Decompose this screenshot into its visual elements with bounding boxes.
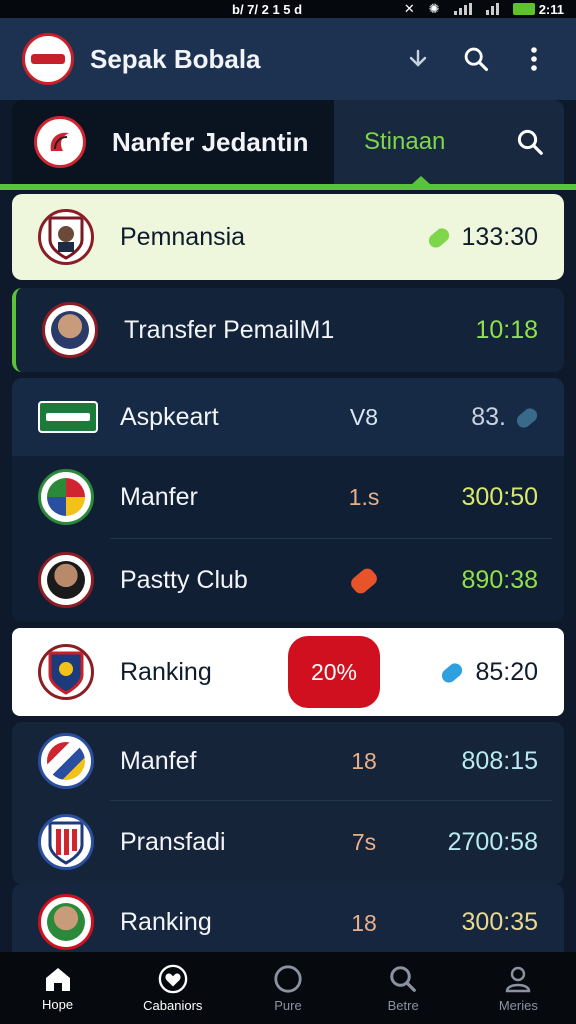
- bottom-navigation: Hope Cabaniors Pure Betre Meries: [0, 952, 576, 1024]
- nav-pure[interactable]: Pure: [233, 964, 343, 1013]
- list-item-meta: 7s: [351, 828, 377, 855]
- list-item-time: 133:30: [394, 223, 564, 252]
- player-avatar: [38, 552, 94, 608]
- nav-search[interactable]: Betre: [348, 964, 458, 1013]
- link-icon: [425, 225, 452, 251]
- link-icon: [439, 660, 466, 686]
- more-icon[interactable]: [514, 39, 554, 79]
- list-item-name: Ranking: [120, 908, 212, 936]
- app-bar: Sepak Bobala: [0, 18, 576, 100]
- tab-label: Stinaan: [364, 128, 446, 155]
- tag-icon: [348, 566, 380, 597]
- list-item-time: 83.: [414, 403, 564, 432]
- section-title: Nanfer Jedantin: [112, 126, 309, 157]
- list-item-name: Manfer: [120, 482, 198, 511]
- list-item-name: Pemnansia: [120, 222, 246, 251]
- nav-label: Meries: [498, 997, 538, 1013]
- list-item[interactable]: Pastty Club 890:38: [12, 539, 564, 621]
- status-left-text: b/ 7/ 2 1 5 d: [232, 1, 303, 17]
- club-logo-icon: [34, 116, 86, 168]
- app-title: Sepak Bobala: [90, 43, 261, 74]
- settings-status-icon: ✺: [428, 1, 440, 16]
- player-avatar: [42, 302, 98, 358]
- list-item[interactable]: Ranking 20% 85:20: [12, 628, 564, 716]
- nav-profile[interactable]: Meries: [463, 964, 573, 1013]
- status-bar: b/ 7/ 2 1 5 d ✕ ✺ 2:11: [0, 0, 576, 18]
- app-logo[interactable]: [22, 33, 74, 85]
- nav-label: Cabaniors: [143, 997, 203, 1013]
- list-item-name: Aspkeart: [120, 402, 219, 431]
- team-crest-icon: [38, 733, 94, 789]
- nav-label: Pure: [274, 997, 302, 1013]
- list-item-meta: 18: [351, 747, 377, 774]
- link-icon: [514, 405, 540, 431]
- list-item[interactable]: Transfer PemailM1 10:18: [12, 288, 564, 372]
- search-icon[interactable]: [496, 127, 564, 157]
- profile-icon: [506, 966, 531, 992]
- team-crest-icon: [38, 814, 94, 870]
- list-item-time: 2700:58: [447, 827, 538, 856]
- player-avatar: [38, 894, 94, 950]
- list-item-meta: V8: [349, 403, 379, 430]
- list-item-time: 300:50: [461, 482, 538, 511]
- section-title-area: Nanfer Jedantin: [12, 100, 334, 184]
- wifi-icon: [485, 3, 499, 15]
- list-item[interactable]: Aspkeart V8 83.: [12, 378, 564, 456]
- list-item-name: Pastty Club: [120, 565, 248, 594]
- list-item[interactable]: Manfer 1.s 300:50: [12, 456, 564, 538]
- tab-stinaan[interactable]: Stinaan: [334, 100, 564, 184]
- team-banner-icon: [38, 401, 98, 433]
- list-item[interactable]: Pemnansia 133:30: [12, 194, 564, 280]
- list-item-time: 10:18: [475, 315, 538, 344]
- download-icon[interactable]: [398, 39, 438, 79]
- percentage-badge[interactable]: 20%: [288, 636, 380, 708]
- status-time: 2:11: [538, 1, 564, 17]
- team-crest-icon: [38, 469, 94, 525]
- search-icon[interactable]: [456, 39, 496, 79]
- team-crest-icon: [38, 209, 94, 265]
- list-item-name: Manfef: [120, 746, 197, 775]
- section-header: Nanfer Jedantin Stinaan: [12, 100, 564, 184]
- list-item[interactable]: Ranking 18 300:35: [12, 884, 564, 952]
- team-crest-icon: [38, 644, 94, 700]
- nav-label: Betre: [387, 997, 419, 1013]
- list-item-time: 808:15: [461, 746, 538, 775]
- search-icon: [390, 965, 417, 992]
- signal-icon: [453, 3, 472, 15]
- battery-icon: [512, 3, 535, 15]
- list-item-name: Transfer PemailM1: [124, 315, 335, 344]
- list-item-meta: 18: [351, 910, 377, 936]
- list-item-name: Pransfadi: [120, 827, 226, 856]
- list-item-name: Ranking: [120, 657, 212, 686]
- list-item-time: 85:20: [380, 658, 564, 687]
- heart-icon: [158, 964, 188, 993]
- nav-home[interactable]: Hope: [3, 965, 113, 1012]
- list-item-time: 300:35: [461, 908, 538, 936]
- accent-divider: [0, 184, 576, 190]
- nav-label: Hope: [42, 996, 74, 1012]
- list-item[interactable]: Pransfadi 7s 2700:58: [12, 801, 564, 883]
- mute-icon: ✕: [403, 1, 415, 16]
- nav-favorites[interactable]: Cabaniors: [118, 964, 228, 1013]
- home-icon: [45, 967, 70, 991]
- list-item-meta: [314, 566, 414, 597]
- list-item-meta: 1.s: [348, 483, 380, 510]
- circle-icon: [274, 964, 302, 993]
- battery-indicator: 2:11: [512, 1, 564, 17]
- list-item[interactable]: Manfef 18 808:15: [12, 722, 564, 800]
- list-item-time: 890:38: [461, 565, 538, 594]
